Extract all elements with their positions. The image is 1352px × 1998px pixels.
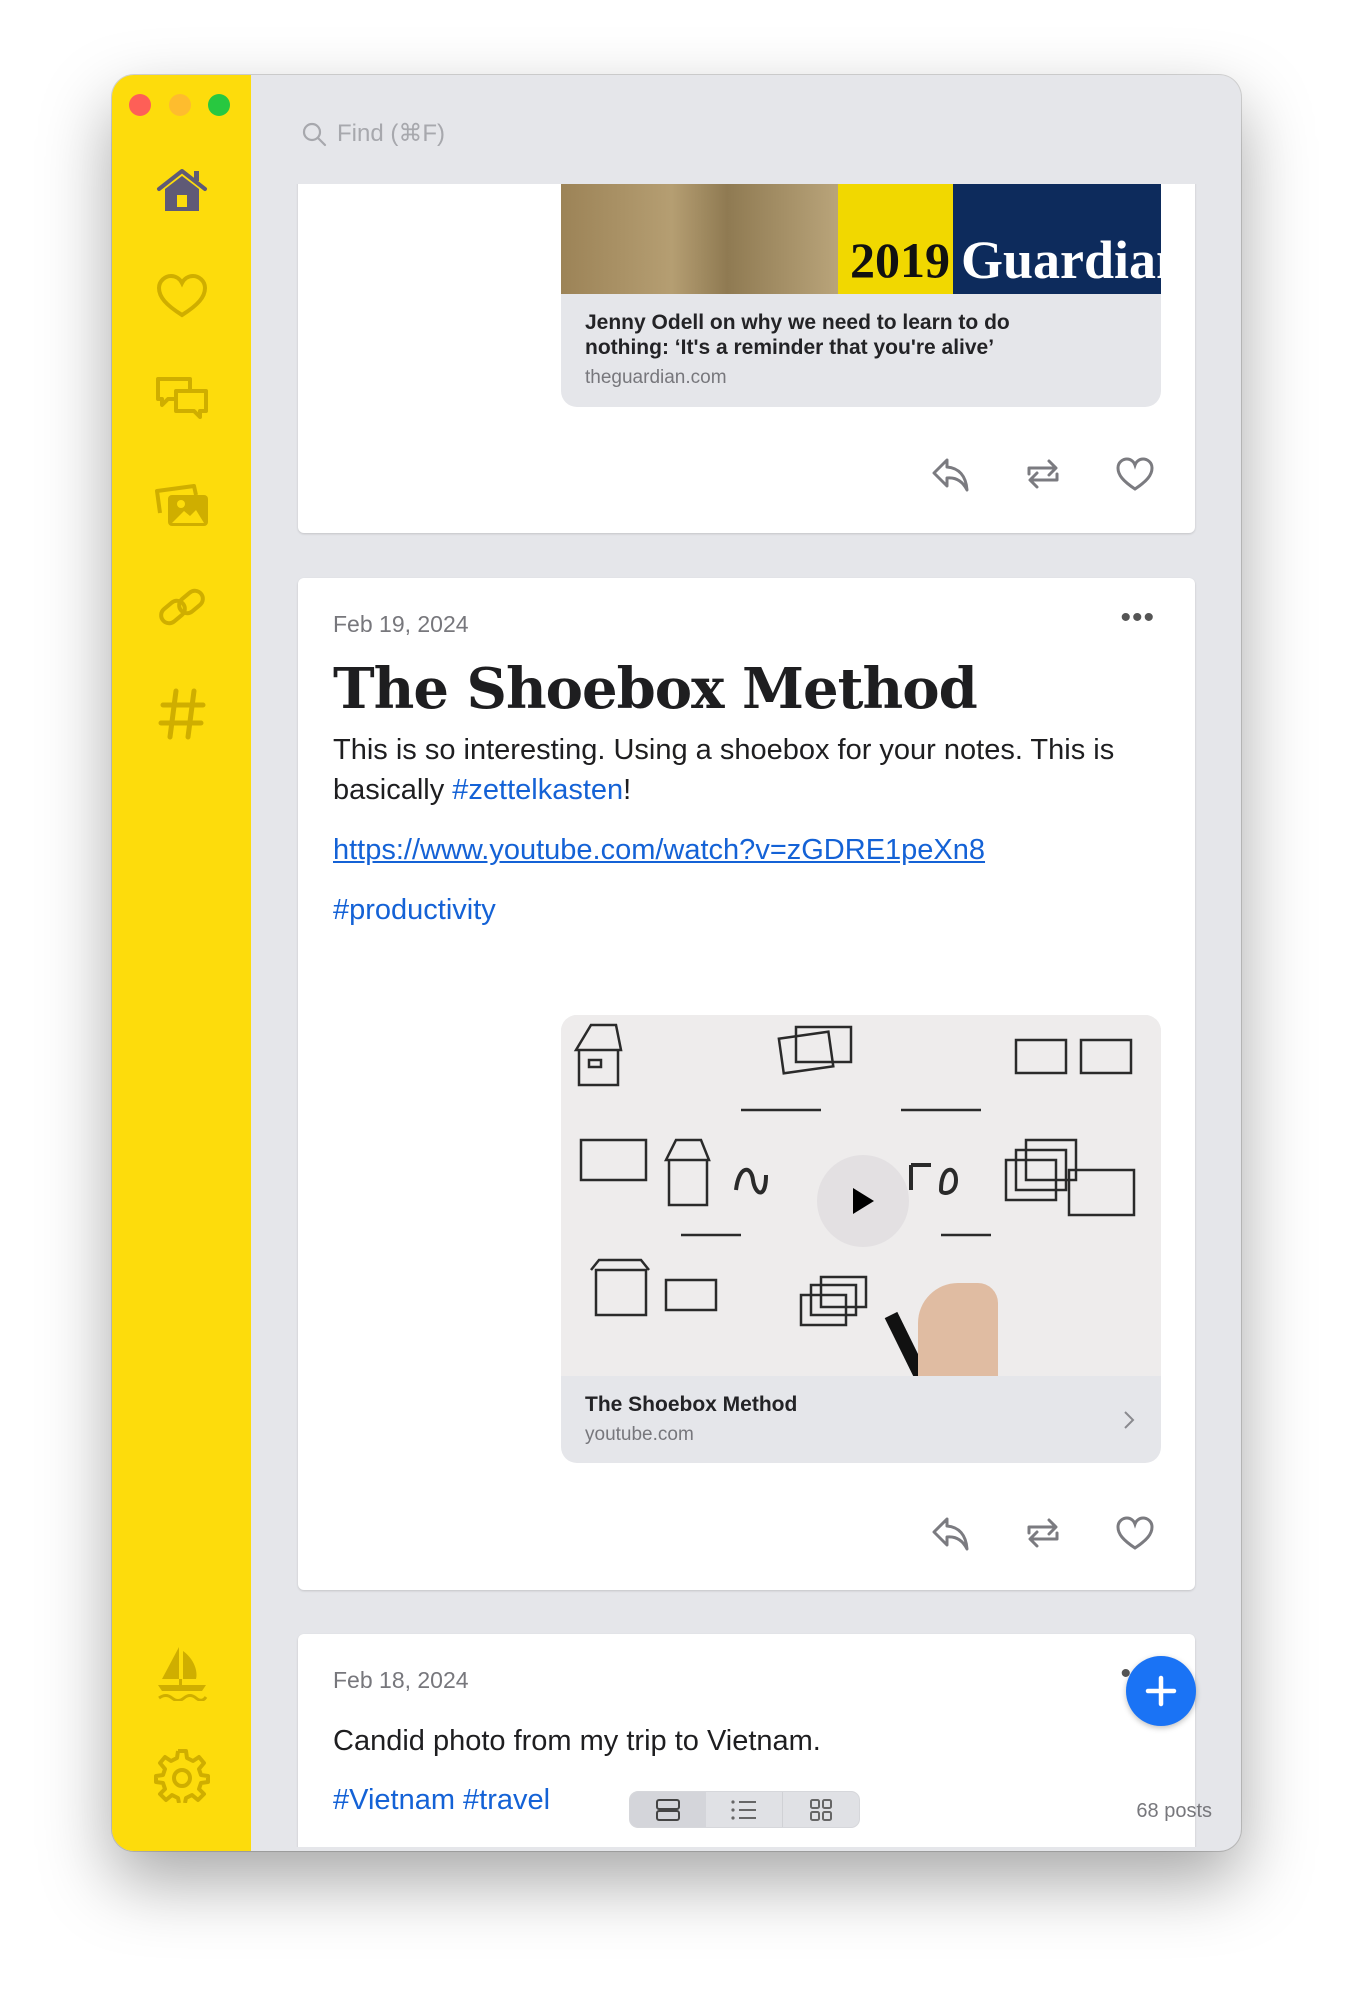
link-preview[interactable]: 2019 Guardian Jenny Odell on why we need… bbox=[561, 184, 1161, 407]
sidebar bbox=[112, 75, 251, 1851]
new-post-button[interactable] bbox=[1126, 1656, 1196, 1726]
minimize-button[interactable] bbox=[169, 94, 191, 116]
post-card: 2019 Guardian Jenny Odell on why we need… bbox=[298, 184, 1195, 533]
repost-icon[interactable] bbox=[1023, 1513, 1063, 1553]
grid-view-icon bbox=[810, 1798, 832, 1821]
gear-icon[interactable] bbox=[154, 1747, 210, 1803]
preview-domain: youtube.com bbox=[585, 1424, 694, 1445]
post-date: Feb 18, 2024 bbox=[333, 1667, 469, 1693]
search-icon bbox=[302, 122, 327, 146]
photos-icon[interactable] bbox=[154, 478, 210, 534]
video-thumbnail bbox=[561, 1015, 1161, 1380]
search-field[interactable]: Find (⌘F) bbox=[301, 119, 445, 148]
hashtag-link[interactable]: #productivity bbox=[333, 894, 496, 926]
like-icon[interactable] bbox=[1115, 454, 1155, 494]
chevron-right-icon bbox=[1124, 1411, 1135, 1429]
like-icon[interactable] bbox=[1115, 1513, 1155, 1553]
hashtag-link[interactable]: #zettelkasten bbox=[452, 774, 623, 806]
post-actions bbox=[931, 1513, 1155, 1553]
preview-title: The Shoebox Method bbox=[585, 1393, 798, 1416]
app-window: Find (⌘F) 2019 Guardian Jenny Odell on w… bbox=[112, 75, 1241, 1851]
more-options-button[interactable]: ••• bbox=[1120, 603, 1155, 633]
post-date: Feb 19, 2024 bbox=[333, 611, 469, 637]
link-icon[interactable] bbox=[154, 580, 210, 636]
search-placeholder: Find (⌘F) bbox=[337, 120, 445, 147]
close-button[interactable] bbox=[129, 94, 151, 116]
post-body: Candid photo from my trip to Vietnam. bbox=[333, 1725, 821, 1757]
view-mode-switcher bbox=[629, 1791, 860, 1828]
url-link[interactable]: https://www.youtube.com/watch?v=zGDRE1pe… bbox=[333, 834, 985, 866]
chat-bubbles-icon[interactable] bbox=[154, 371, 210, 427]
view-grid-button[interactable] bbox=[782, 1792, 859, 1827]
video-preview[interactable]: The Shoebox Method youtube.com bbox=[561, 1015, 1161, 1463]
post-feed[interactable]: 2019 Guardian Jenny Odell on why we need… bbox=[251, 184, 1241, 1847]
post-body: This is so interesting. Using a shoebox … bbox=[333, 730, 1155, 810]
zoom-button[interactable] bbox=[208, 94, 230, 116]
post-count: 68 posts bbox=[1136, 1800, 1212, 1822]
cards-view-icon bbox=[656, 1798, 680, 1821]
reply-icon[interactable] bbox=[931, 454, 971, 494]
view-list-button[interactable] bbox=[706, 1792, 782, 1827]
play-icon bbox=[853, 1188, 874, 1214]
hashtag-link[interactable]: #Vietnam #travel bbox=[333, 1784, 550, 1816]
body-text: ! bbox=[623, 774, 632, 806]
list-view-icon bbox=[731, 1799, 756, 1820]
hashtag-icon[interactable] bbox=[154, 686, 210, 742]
post-actions bbox=[931, 454, 1155, 494]
preview-image: 2019 Guardian bbox=[561, 184, 1161, 294]
play-button[interactable] bbox=[817, 1155, 909, 1247]
sailboat-icon[interactable] bbox=[154, 1645, 210, 1701]
view-cards-button[interactable] bbox=[630, 1792, 706, 1827]
reply-icon[interactable] bbox=[931, 1513, 971, 1553]
post-card: Feb 19, 2024 ••• The Shoebox Method This… bbox=[298, 578, 1195, 1590]
post-title: The Shoebox Method bbox=[333, 656, 978, 722]
heart-icon[interactable] bbox=[154, 268, 210, 324]
repost-icon[interactable] bbox=[1023, 454, 1063, 494]
plus-icon bbox=[1145, 1675, 1177, 1707]
body-text: This is so interesting. Using a shoebox … bbox=[333, 734, 1115, 806]
preview-domain: theguardian.com bbox=[585, 367, 727, 388]
home-icon[interactable] bbox=[154, 163, 210, 219]
preview-title: Jenny Odell on why we need to learn to d… bbox=[585, 311, 1010, 359]
